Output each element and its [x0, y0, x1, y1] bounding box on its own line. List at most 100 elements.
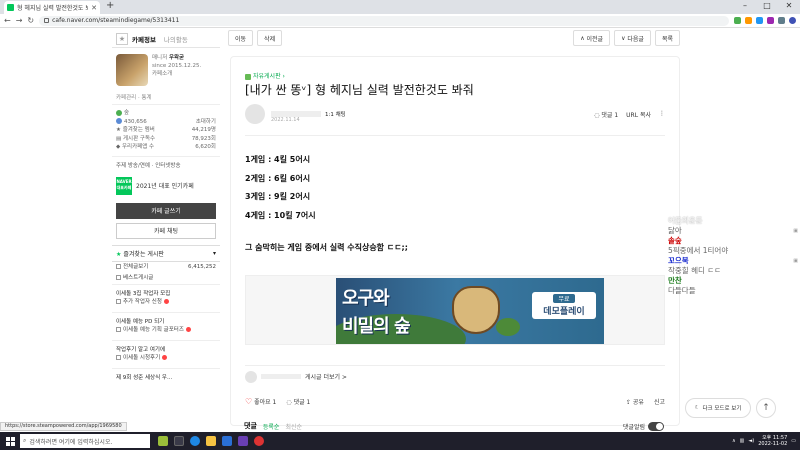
- new-badge-icon: [162, 354, 168, 360]
- back-icon[interactable]: ←: [4, 16, 11, 25]
- clock[interactable]: 오후 11:57 2022-11-02: [758, 435, 787, 447]
- extension-icon[interactable]: [734, 17, 741, 24]
- notification-icon[interactable]: ▭: [791, 438, 796, 444]
- app-icon[interactable]: [158, 436, 168, 446]
- chat-message: 닳아: [668, 226, 682, 235]
- extension-icon[interactable]: [745, 17, 752, 24]
- sort-oldest[interactable]: 등록순: [263, 422, 280, 431]
- reload-icon[interactable]: ↻: [27, 16, 34, 25]
- stat-row: ◆ 우리카페앱 수 6,620회: [116, 144, 216, 150]
- cafe-intro-link[interactable]: 카페소개: [152, 70, 201, 78]
- tree-icon: [116, 109, 122, 116]
- sidebar-item-all-posts[interactable]: 전체글보기 6,415,252: [112, 262, 220, 273]
- manager-name[interactable]: 우왁굳: [169, 55, 184, 61]
- url-input[interactable]: cafe.naver.com/steamindiegame/5313411: [39, 15, 729, 26]
- prev-post-button[interactable]: ∧ 이전글: [573, 30, 611, 46]
- stream-chat-overlay: 어둠의운둔 닳아 ▣ 솔숲 5픽중에서 1티어야 꼬으북 ▣ 작중힐 헤디 ㄷㄷ 만…: [668, 216, 800, 296]
- store-icon[interactable]: [222, 436, 232, 446]
- list-button[interactable]: 목록: [654, 30, 680, 46]
- star-icon: ★: [116, 250, 122, 258]
- comment-count-button[interactable]: ◌ 댓글 1: [594, 110, 618, 119]
- forward-icon[interactable]: →: [16, 16, 23, 25]
- board-icon: [116, 298, 121, 304]
- move-button[interactable]: 이동: [228, 30, 254, 46]
- post-actions: ◌ 댓글 1 URL 복사 ⋮: [594, 110, 665, 119]
- browser-tab-bar: 형 헤지님 실력 발전한것도 봐줘 ✕ + – □ ✕: [0, 0, 800, 14]
- lock-icon: [44, 18, 50, 23]
- more-options-icon[interactable]: ⋮: [659, 110, 665, 119]
- link-status-url: https://store.steampowered.com/app/19695…: [0, 422, 127, 431]
- comment-alert-toggle[interactable]: [648, 421, 664, 431]
- member-row: 430,656 초대하기: [116, 118, 216, 127]
- avatar[interactable]: [245, 104, 265, 124]
- member-count[interactable]: 430,656: [124, 119, 147, 125]
- extension-icon[interactable]: [778, 17, 785, 24]
- share-button[interactable]: ⇪ 공유: [626, 397, 644, 406]
- manager-info: 매니저 우왁굳 since 2015.12.25. 카페소개: [152, 54, 201, 90]
- scroll-top-button[interactable]: ↑: [756, 398, 776, 418]
- profile-icon[interactable]: [789, 17, 796, 24]
- sidebar-item[interactable]: 이세돌 시청후기: [116, 353, 216, 364]
- volume-icon[interactable]: ◄): [748, 438, 754, 444]
- chat-line: 다들다들: [668, 286, 800, 296]
- cafe-avatar[interactable]: [116, 54, 148, 86]
- minimize-icon[interactable]: –: [734, 0, 756, 12]
- sidebar-item[interactable]: 이세돌 예능 기획 글포터즈: [116, 325, 216, 336]
- network-icon[interactable]: ▥: [740, 438, 745, 444]
- collapse-icon[interactable]: ▾: [213, 250, 216, 257]
- steam-link-preview[interactable]: 오구와 비밀의 숲 무료 데모플레이: [245, 275, 665, 345]
- tray-up-icon[interactable]: ∧: [732, 438, 736, 444]
- next-label: 다음글: [627, 35, 644, 43]
- write-post-button[interactable]: 카페 글쓰기: [116, 202, 216, 219]
- tab-my-activity[interactable]: 나의활동: [164, 34, 188, 44]
- cafe-admin-links[interactable]: 카페관리 · 통계: [112, 90, 220, 105]
- extension-icon[interactable]: [767, 17, 774, 24]
- post-line: 4게임 : 10킬 7어시: [245, 210, 316, 220]
- window-close-icon[interactable]: ✕: [778, 0, 800, 12]
- delete-button[interactable]: 삭제: [257, 30, 283, 46]
- author-more-posts[interactable]: 게시글 더보기 >: [245, 365, 665, 383]
- star-icon[interactable]: ★: [116, 32, 128, 45]
- board-link[interactable]: 자유게시판 ›: [245, 71, 285, 80]
- more-posts-link[interactable]: 게시글 더보기 >: [305, 372, 347, 381]
- chrome-icon[interactable]: [254, 436, 264, 446]
- author-chat-link[interactable]: 1:1 채팅: [325, 110, 346, 118]
- like-button[interactable]: ♡ 좋아요 1: [245, 397, 276, 406]
- extensions-area: [734, 17, 796, 24]
- chat-emote-icon: ▣: [793, 258, 798, 264]
- naver-favicon-icon: [7, 4, 14, 11]
- board-category-icon: [245, 73, 251, 80]
- cafe-chat-button[interactable]: 카페 채팅: [116, 222, 216, 239]
- close-icon[interactable]: ✕: [91, 4, 97, 12]
- start-button[interactable]: [0, 432, 20, 450]
- search-placeholder: 검색하려면 여기에 입력하십시오.: [29, 438, 113, 446]
- report-button[interactable]: 신고: [654, 397, 665, 406]
- stat-row: ★ 즐겨찾는 멤버 44,219명: [116, 127, 216, 133]
- level-row: 숲: [116, 109, 216, 118]
- url-copy-button[interactable]: URL 복사: [626, 110, 651, 119]
- dark-mode-button[interactable]: ☾ 다크 모드로 보기: [685, 398, 751, 418]
- chat-message: 5픽중에서 1티어야: [668, 246, 729, 255]
- dark-mode-label: 다크 모드로 보기: [702, 406, 742, 412]
- app-icon[interactable]: [238, 436, 248, 446]
- invite-link[interactable]: 초대하기: [196, 118, 216, 127]
- sort-newest[interactable]: 최신순: [285, 422, 302, 431]
- ranking-text[interactable]: 2021년 대표 인기카페: [136, 181, 194, 190]
- task-view-icon[interactable]: [174, 436, 184, 446]
- taskbar-search-input[interactable]: ⌕ 검색하려면 여기에 입력하십시오.: [20, 434, 150, 448]
- extension-icon[interactable]: [756, 17, 763, 24]
- game-banner-image[interactable]: 오구와 비밀의 숲 무료 데모플레이: [336, 278, 604, 344]
- browser-tab[interactable]: 형 헤지님 실력 발전한것도 봐줘 ✕: [4, 1, 100, 14]
- folder-icon[interactable]: [206, 436, 216, 446]
- comment-button[interactable]: ◌ 댓글 1: [286, 397, 310, 406]
- board-group-title[interactable]: 제 9회 성준 세상식 우...: [116, 373, 216, 381]
- maximize-icon[interactable]: □: [756, 0, 778, 12]
- sidebar-item-best[interactable]: 베스트게시글: [112, 273, 220, 284]
- share-report: ⇪ 공유 신고: [626, 397, 665, 406]
- tab-cafe-info[interactable]: 카페정보: [132, 34, 156, 44]
- new-tab-icon[interactable]: +: [106, 0, 114, 11]
- sidebar-item[interactable]: 추가 작업자 신청: [116, 297, 216, 308]
- stat-label: 우리카페앱 수: [121, 144, 155, 150]
- next-post-button[interactable]: ∨ 다음글: [614, 30, 651, 46]
- edge-icon[interactable]: [190, 436, 200, 446]
